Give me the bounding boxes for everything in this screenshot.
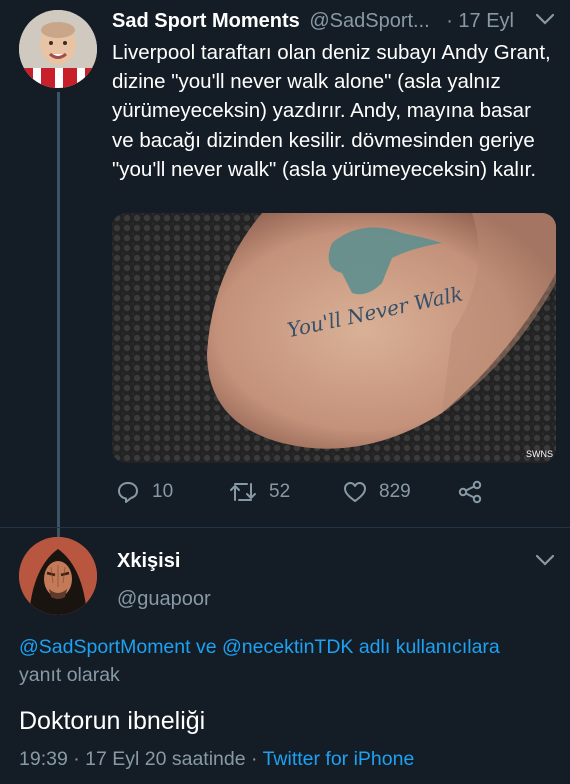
- like-button[interactable]: 829: [343, 477, 411, 507]
- reply-author-avatar[interactable]: [19, 537, 97, 615]
- tweet-detail-page: Sad Sport Moments @SadSport... · 17 Eyl …: [0, 0, 570, 784]
- tweet-actions: 10 52 829: [112, 477, 556, 507]
- author-name[interactable]: Sad Sport Moments: [112, 10, 300, 32]
- reply-count: 10: [152, 481, 174, 502]
- reply-author-handle[interactable]: @guapoor: [117, 585, 211, 613]
- author-avatar[interactable]: [19, 10, 97, 88]
- like-count: 829: [379, 481, 411, 502]
- reply-context-and: ve: [190, 636, 222, 658]
- mention-link[interactable]: @SadSportMoment: [19, 636, 191, 658]
- photo-watermark: SWNS: [526, 449, 553, 459]
- chevron-down-icon[interactable]: [535, 553, 555, 567]
- reply-timestamp: 19:39 · 17 Eyl 20 saatinde ·: [19, 748, 263, 770]
- share-icon: [458, 480, 482, 504]
- reply-source-link[interactable]: Twitter for iPhone: [263, 748, 415, 770]
- reply-context-label: yanıt olarak: [19, 664, 120, 686]
- thread-line: [57, 92, 60, 542]
- share-button[interactable]: [457, 477, 483, 507]
- reply-context-suffix: adlı kullanıcılara: [353, 636, 500, 658]
- tweet-photo[interactable]: You'll Never Walk SWNS: [112, 213, 556, 463]
- reply-button[interactable]: 10: [116, 477, 173, 507]
- reply-meta: 19:39 · 17 Eyl 20 saatinde · Twitter for…: [19, 745, 414, 773]
- tweet-text: Liverpool taraftarı olan deniz subayı An…: [112, 41, 551, 181]
- reply-author-name[interactable]: Xkişisi: [117, 547, 180, 575]
- retweet-button[interactable]: 52: [229, 477, 290, 507]
- mention-link[interactable]: @necektinTDK: [222, 636, 353, 658]
- reply-text: Doktorun ibneliği: [19, 707, 206, 735]
- chevron-down-icon[interactable]: [535, 12, 555, 26]
- retweet-count: 52: [269, 481, 291, 502]
- like-icon: [344, 482, 366, 502]
- tweet-header: Sad Sport Moments @SadSport... · 17 Eyl: [112, 6, 560, 36]
- retweet-icon: [230, 483, 256, 501]
- author-handle[interactable]: @SadSport...: [309, 10, 429, 32]
- reply-context: @SadSportMoment ve @necektinTDK adlı kul…: [19, 633, 559, 689]
- reply-icon: [118, 482, 138, 503]
- tweet-time[interactable]: · 17 Eyl: [446, 6, 514, 36]
- divider: [0, 527, 570, 528]
